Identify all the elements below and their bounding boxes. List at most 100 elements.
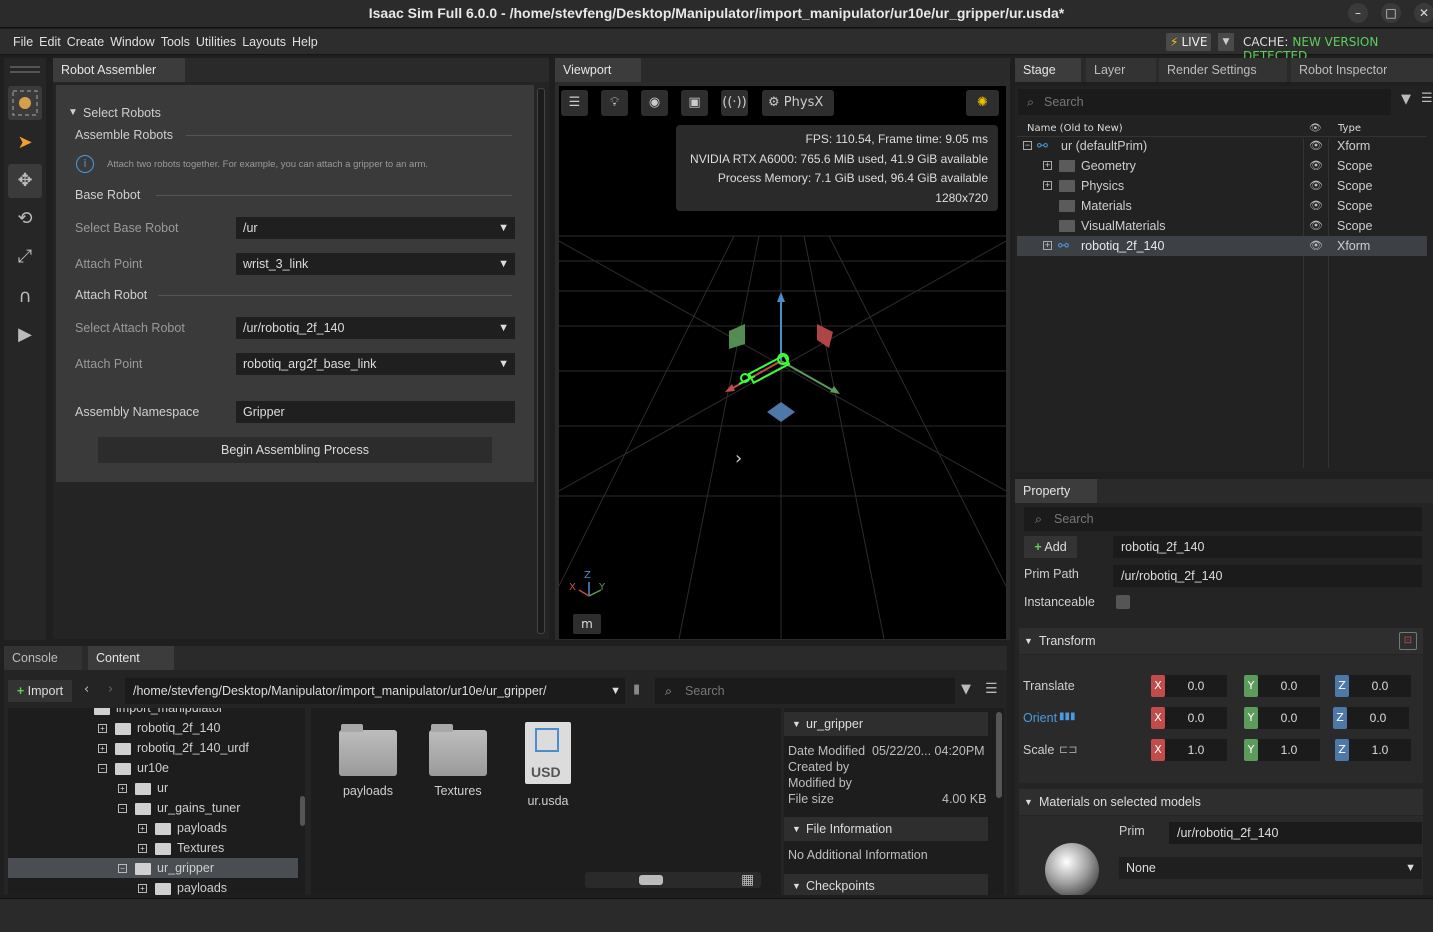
stage-row[interactable]: − ⚯ ur (defaultPrim) 👁︎ Xform: [1017, 136, 1427, 156]
back-arrow-icon[interactable]: ‹: [84, 682, 89, 697]
content-search-input[interactable]: ⌕ Search: [655, 678, 955, 704]
path-input[interactable]: /home/stevfeng/Desktop/Manipulator/impor…: [125, 678, 625, 704]
instanceable-checkbox[interactable]: [1116, 595, 1130, 609]
rotate-tool-icon[interactable]: ⟲: [8, 202, 42, 236]
settings-sliders-icon[interactable]: ☰: [561, 90, 588, 116]
details-scrollbar[interactable]: [996, 712, 1002, 798]
grid-view-icon[interactable]: ▦: [741, 872, 754, 888]
visibility-eye-icon[interactable]: 👁︎: [1309, 136, 1323, 156]
prim-path-input[interactable]: /ur/robotiq_2f_140: [1113, 565, 1422, 587]
tree-scrollbar[interactable]: [300, 796, 305, 826]
expand-icon[interactable]: +: [1043, 241, 1052, 250]
filter-icon[interactable]: ▼: [961, 682, 971, 697]
tree-item[interactable]: − ur_gains_tuner: [118, 798, 240, 818]
expand-icon[interactable]: +: [138, 844, 147, 854]
visibility-eye-icon[interactable]: 👁︎: [1309, 236, 1323, 256]
orient-z-input[interactable]: 0.0: [1347, 707, 1409, 729]
menu-layouts[interactable]: Layouts: [239, 29, 289, 55]
tab-layer[interactable]: Layer: [1086, 58, 1156, 82]
column-type-header[interactable]: Type: [1338, 121, 1361, 137]
forward-arrow-icon[interactable]: ›: [108, 682, 113, 697]
stage-row[interactable]: + Physics 👁︎ Scope: [1017, 176, 1427, 196]
stage-row[interactable]: VisualMaterials 👁︎ Scope: [1017, 216, 1427, 236]
bookmark-icon[interactable]: ▮: [633, 682, 640, 697]
tree-item-selected[interactable]: − ur_gripper: [118, 858, 214, 878]
property-search-input[interactable]: ⌕ Search: [1024, 507, 1422, 531]
expand-icon[interactable]: +: [118, 784, 127, 794]
expand-icon[interactable]: +: [98, 724, 107, 734]
transform-options-icon[interactable]: ⊡: [1399, 632, 1417, 650]
expand-icon[interactable]: +: [138, 824, 147, 834]
menu-window[interactable]: Window: [107, 29, 157, 55]
tree-item[interactable]: + robotiq_2f_140_urdf: [98, 738, 249, 758]
tree-item[interactable]: + payloads: [138, 878, 227, 895]
tree-item[interactable]: + Textures: [138, 838, 224, 858]
stage-search-input[interactable]: ⌕ Search: [1018, 89, 1391, 115]
filter-icon[interactable]: ▼: [1401, 92, 1411, 107]
maximize-button[interactable]: □: [1381, 3, 1401, 23]
tab-render-settings[interactable]: Render Settings: [1159, 58, 1287, 82]
camera-icon[interactable]: ▣: [681, 90, 708, 116]
collapse-icon[interactable]: −: [1023, 141, 1032, 150]
column-name-header[interactable]: Name (Old to New): [1027, 121, 1123, 137]
scale-z-input[interactable]: 1.0: [1349, 739, 1411, 761]
assembler-scrollbar[interactable]: [537, 88, 545, 634]
file-item-usd[interactable]: USD ur.usda: [513, 722, 583, 808]
file-information-header[interactable]: ▼ File Information: [784, 817, 988, 841]
menu-utilities[interactable]: Utilities: [193, 29, 239, 55]
material-prim-input[interactable]: /ur/robotiq_2f_140: [1169, 822, 1422, 844]
snap-magnet-icon[interactable]: ∩: [8, 280, 42, 314]
orient-label[interactable]: Orient: [1023, 711, 1057, 725]
tab-stage[interactable]: Stage: [1015, 58, 1081, 82]
stage-row[interactable]: + Geometry 👁︎ Scope: [1017, 156, 1427, 176]
tab-viewport[interactable]: Viewport: [555, 58, 641, 82]
file-item-folder[interactable]: Textures: [423, 724, 493, 798]
physx-button[interactable]: ⚙ PhysX: [762, 90, 834, 116]
menu-help[interactable]: Help: [289, 29, 321, 55]
tab-content[interactable]: Content: [88, 646, 174, 670]
file-item-folder[interactable]: payloads: [333, 724, 403, 798]
orient-y-input[interactable]: 0.0: [1258, 707, 1320, 729]
visibility-eye-icon[interactable]: ◉: [641, 90, 668, 116]
collapse-icon[interactable]: −: [98, 764, 107, 774]
collapse-arrow-icon[interactable]: ▼: [68, 107, 78, 118]
visibility-eye-icon[interactable]: 👁︎: [1309, 176, 1323, 196]
orient-x-input[interactable]: 0.0: [1165, 707, 1227, 729]
material-dropdown[interactable]: None ▼: [1119, 857, 1422, 879]
tab-robot-assembler[interactable]: Robot Assembler: [53, 58, 185, 82]
scrollbar-thumb[interactable]: [639, 875, 663, 885]
stage-row[interactable]: Materials 👁︎ Scope: [1017, 196, 1427, 216]
select-robots-header[interactable]: Select Robots: [83, 106, 161, 120]
materials-section-header[interactable]: ▼ Materials on selected models: [1019, 789, 1423, 815]
render-mode-icon[interactable]: ✺: [966, 90, 999, 116]
scale-x-input[interactable]: 1.0: [1165, 739, 1227, 761]
translate-y-input[interactable]: 0.0: [1258, 675, 1320, 697]
play-icon[interactable]: ▶: [8, 318, 42, 352]
checkpoints-header[interactable]: ▼ Checkpoints: [784, 874, 988, 895]
collapse-icon[interactable]: −: [118, 864, 127, 874]
expand-icon[interactable]: +: [138, 884, 147, 894]
viewport-canvas[interactable]: › ☰ 💡︎ ◉ ▣ ((·)) ⚙ PhysX ✺ FPS: 110.54, …: [559, 86, 1006, 639]
lighting-icon[interactable]: 💡︎: [601, 90, 628, 116]
visibility-eye-icon[interactable]: 👁︎: [1309, 196, 1323, 216]
menu-create[interactable]: Create: [64, 29, 108, 55]
select-attach-robot-dropdown[interactable]: /ur/robotiq_2f_140 ▼: [236, 317, 515, 339]
tree-item[interactable]: import_manipulator: [94, 708, 223, 718]
translate-z-input[interactable]: 0.0: [1349, 675, 1411, 697]
translate-x-input[interactable]: 0.0: [1165, 675, 1227, 697]
tree-item[interactable]: + payloads: [138, 818, 227, 838]
attach-point-dropdown[interactable]: robotiq_arg2f_base_link ▼: [236, 353, 515, 375]
menu-tools[interactable]: Tools: [158, 29, 193, 55]
collapse-icon[interactable]: −: [118, 804, 127, 814]
units-badge[interactable]: m: [573, 614, 601, 634]
assembly-namespace-input[interactable]: Gripper: [236, 401, 515, 423]
live-dropdown-icon[interactable]: ▼: [1218, 33, 1234, 51]
tree-item[interactable]: − ur10e: [98, 758, 169, 778]
tree-item[interactable]: + ur: [118, 778, 168, 798]
stage-row-selected[interactable]: + ⚯ robotiq_2f_140 👁︎ Xform: [1017, 236, 1427, 256]
live-button[interactable]: ⚡ LIVE: [1166, 33, 1212, 51]
path-dropdown-icon[interactable]: ▼: [610, 678, 621, 704]
menu-icon[interactable]: ☰: [985, 681, 998, 697]
select-base-robot-dropdown[interactable]: /ur ▼: [236, 217, 515, 239]
sensor-icon[interactable]: ((·)): [721, 90, 748, 116]
